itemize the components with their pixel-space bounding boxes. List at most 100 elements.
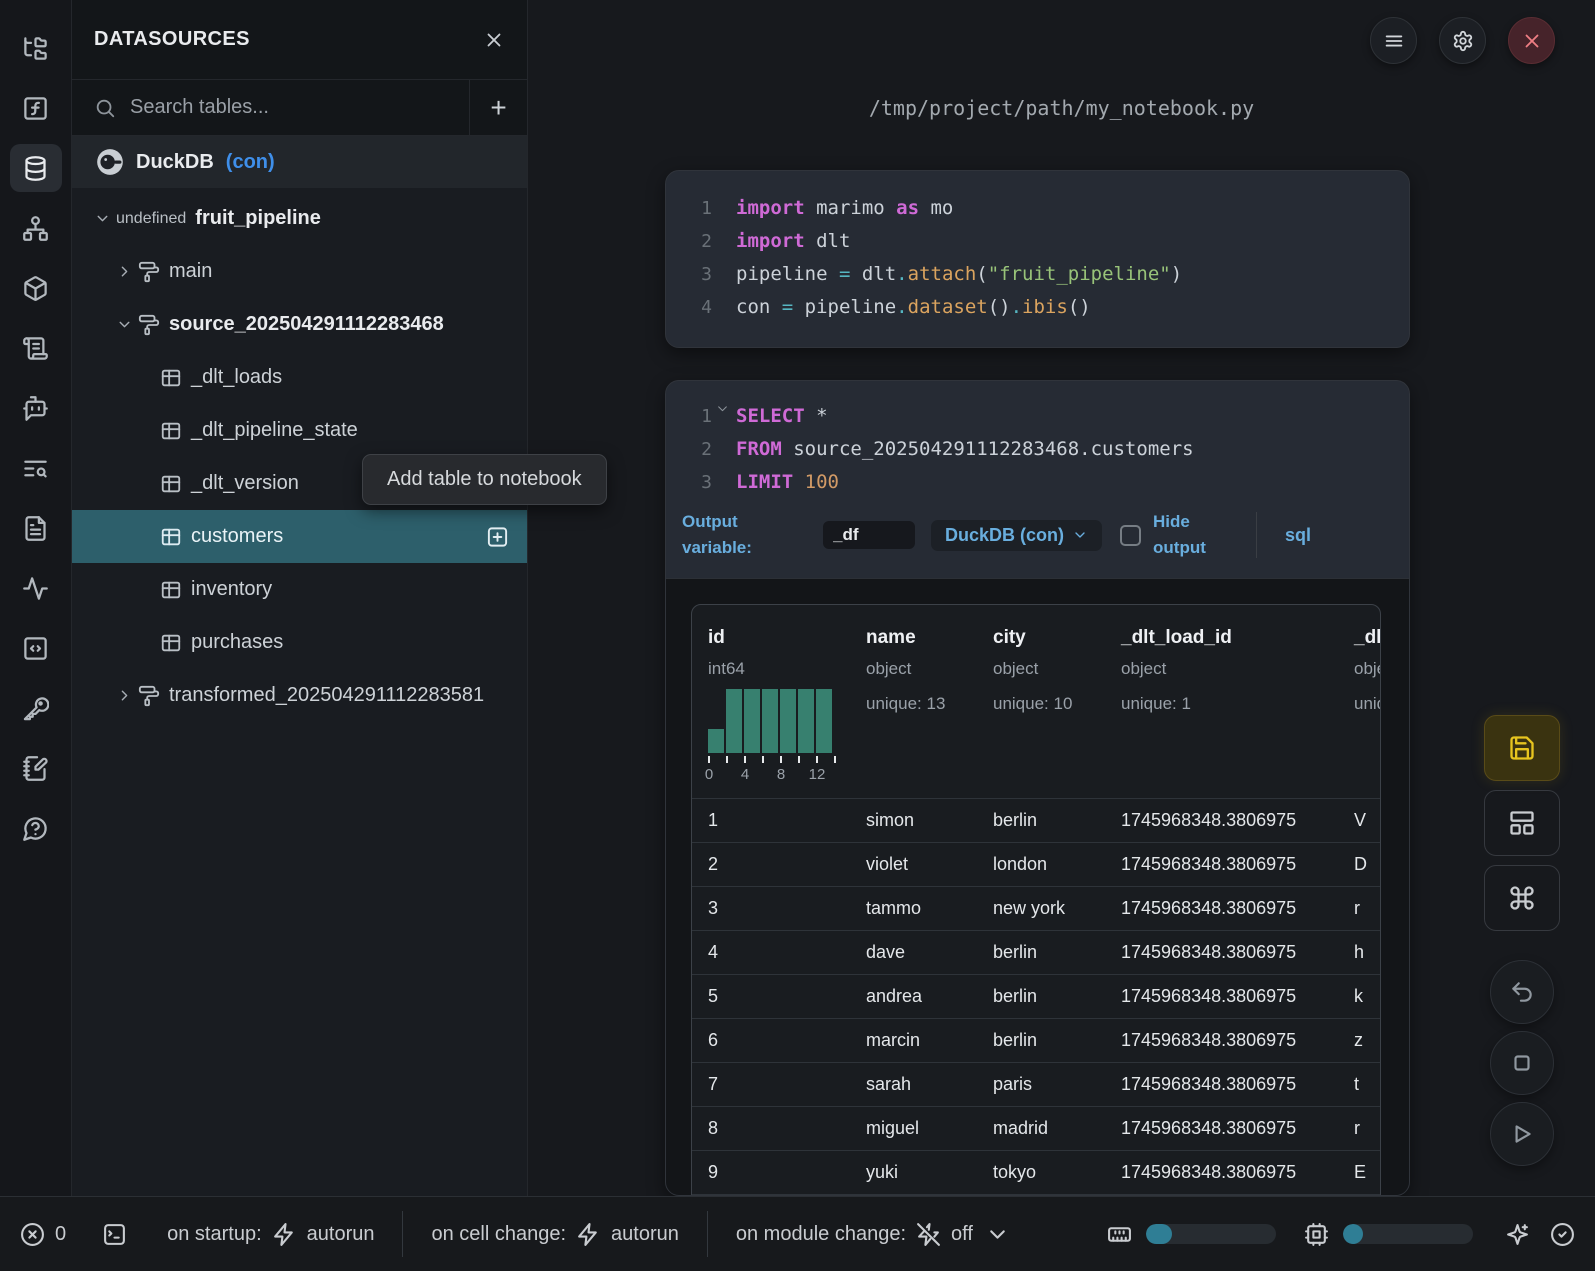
rail-button-database[interactable] (10, 144, 62, 192)
close-panel-icon[interactable] (483, 29, 505, 51)
rail-button-text-search[interactable] (10, 444, 62, 492)
zap-off-icon (916, 1222, 941, 1247)
chevron-right-icon[interactable] (112, 263, 136, 280)
fold-chevron-icon[interactable] (716, 402, 729, 415)
table-cell: berlin (993, 810, 1121, 831)
tree-item-main[interactable]: main (72, 245, 527, 298)
code-line[interactable]: 1import marimo as mo (666, 192, 1409, 225)
code-line[interactable]: 2import dlt (666, 225, 1409, 258)
on-cell-change-toggle[interactable]: on cell change: autorun (431, 1222, 678, 1247)
stop-button[interactable] (1490, 1031, 1554, 1095)
table-cell: 1745968348.3806975 (1121, 1118, 1354, 1139)
code-line[interactable]: 1SELECT * (666, 400, 1409, 433)
table-cell: 6 (692, 1030, 866, 1051)
table-icon (160, 526, 182, 548)
column-header-id[interactable]: idint6404812 (692, 627, 866, 784)
gear-icon (1452, 30, 1474, 52)
connection-row[interactable]: DuckDB (con) (72, 136, 527, 188)
run-button[interactable] (1490, 1102, 1554, 1166)
rail-button-file-text[interactable] (10, 504, 62, 552)
tree-item-_dlt_pipeline_state[interactable]: _dlt_pipeline_state (72, 404, 527, 457)
table-cell: V (1354, 810, 1381, 831)
search-input[interactable] (130, 96, 410, 119)
rail-button-folder-tree[interactable] (10, 24, 62, 72)
code-line[interactable]: 3LIMIT 100 (666, 466, 1409, 499)
chevron-down-icon[interactable] (112, 316, 136, 333)
tooltip: Add table to notebook (362, 454, 607, 505)
rail-button-help-circle[interactable] (10, 804, 62, 852)
save-icon (1508, 734, 1536, 762)
table-cell: 1745968348.3806975 (1121, 986, 1354, 1007)
rail-button-box[interactable] (10, 264, 62, 312)
on-module-change-toggle[interactable]: on module change: off (736, 1222, 1010, 1247)
menu-button[interactable] (1370, 17, 1417, 64)
layout-panel-icon (1508, 809, 1536, 837)
language-badge[interactable]: sql (1285, 525, 1311, 546)
search-box[interactable] (72, 80, 469, 135)
python-cell[interactable]: 1import marimo as mo2import dlt3pipeline… (665, 170, 1410, 348)
layout-button[interactable] (1484, 790, 1560, 856)
column-header-_dlt_id[interactable]: _dlt_idobjectunique: 13 (1354, 627, 1381, 784)
tree-item-_dlt_loads[interactable]: _dlt_loads (72, 351, 527, 404)
command-icon (1508, 884, 1536, 912)
table-cell: z (1354, 1030, 1381, 1051)
undo-button[interactable] (1490, 960, 1554, 1024)
tree-item-label: inventory (191, 578, 272, 601)
chevron-right-icon[interactable] (112, 687, 136, 704)
tree-item-transformed_202504291112283581[interactable]: transformed_202504291112283581 (72, 669, 527, 722)
table-icon (160, 473, 182, 495)
table-icon (160, 579, 182, 601)
output-variable-input[interactable] (823, 521, 915, 549)
tree-item-label: source_202504291112283468 (169, 313, 444, 336)
duckdb-logo-icon (96, 148, 124, 176)
rail-button-bot-message[interactable] (10, 384, 62, 432)
hide-output-checkbox[interactable] (1120, 525, 1141, 546)
save-button[interactable] (1484, 715, 1560, 781)
rail-button-key[interactable] (10, 684, 62, 732)
on-cell-change-value: autorun (611, 1223, 679, 1246)
rail-button-network[interactable] (10, 204, 62, 252)
on-cell-change-label: on cell change: (431, 1223, 566, 1246)
errors-indicator[interactable]: 0 (20, 1222, 66, 1247)
chevron-down-icon[interactable] (90, 210, 114, 227)
column-header-_dlt_load_id[interactable]: _dlt_load_idobjectunique: 1 (1121, 627, 1354, 784)
search-row: + (72, 80, 527, 136)
hide-output-label: Hide output (1153, 509, 1215, 562)
table-cell: r (1354, 898, 1381, 919)
table-cell: miguel (866, 1118, 993, 1139)
tree-item-source_202504291112283468[interactable]: source_202504291112283468 (72, 298, 527, 351)
rail-button-square-code[interactable] (10, 624, 62, 672)
terminal-button[interactable] (102, 1222, 127, 1247)
cpu-icon (1304, 1222, 1329, 1247)
code-line[interactable]: 4con = pipeline.dataset().ibis() (666, 291, 1409, 324)
rail-button-square-function[interactable] (10, 84, 62, 132)
table-row: 1simonberlin1745968348.3806975V (692, 798, 1380, 842)
code-line[interactable]: 2FROM source_202504291112283468.customer… (666, 433, 1409, 466)
column-header-name[interactable]: nameobjectunique: 13 (866, 627, 993, 784)
add-datasource-button[interactable]: + (469, 80, 527, 135)
on-startup-toggle[interactable]: on startup: autorun (167, 1222, 374, 1247)
undo-icon (1509, 979, 1535, 1005)
rail-button-scroll-text[interactable] (10, 324, 62, 372)
statusbar-divider (707, 1211, 708, 1257)
ai-sparkles-icon[interactable] (1505, 1222, 1530, 1247)
keyboard-shortcuts-button[interactable] (1484, 865, 1560, 931)
column-header-city[interactable]: cityobjectunique: 10 (993, 627, 1121, 784)
tree-item-fruit_pipeline[interactable]: undefinedfruit_pipeline (72, 192, 527, 245)
shutdown-button[interactable] (1508, 17, 1555, 64)
code-line[interactable]: 3pipeline = dlt.attach("fruit_pipeline") (666, 258, 1409, 291)
tree-item-customers[interactable]: customers (72, 510, 527, 563)
sql-editor[interactable]: 1SELECT *2FROM source_202504291112283468… (666, 381, 1409, 499)
on-module-change-label: on module change: (736, 1223, 906, 1246)
connected-check-icon[interactable] (1550, 1222, 1575, 1247)
settings-button[interactable] (1439, 17, 1486, 64)
engine-select[interactable]: DuckDB (con) (931, 520, 1102, 551)
tree-item-inventory[interactable]: inventory (72, 563, 527, 616)
rail-button-notebook-pen[interactable] (10, 744, 62, 792)
add-table-to-notebook-button[interactable] (486, 525, 509, 548)
rail-button-activity[interactable] (10, 564, 62, 612)
tree-item-label: transformed_202504291112283581 (169, 684, 484, 707)
statusbar-divider (402, 1211, 403, 1257)
schema-icon (138, 314, 160, 336)
tree-item-purchases[interactable]: purchases (72, 616, 527, 669)
